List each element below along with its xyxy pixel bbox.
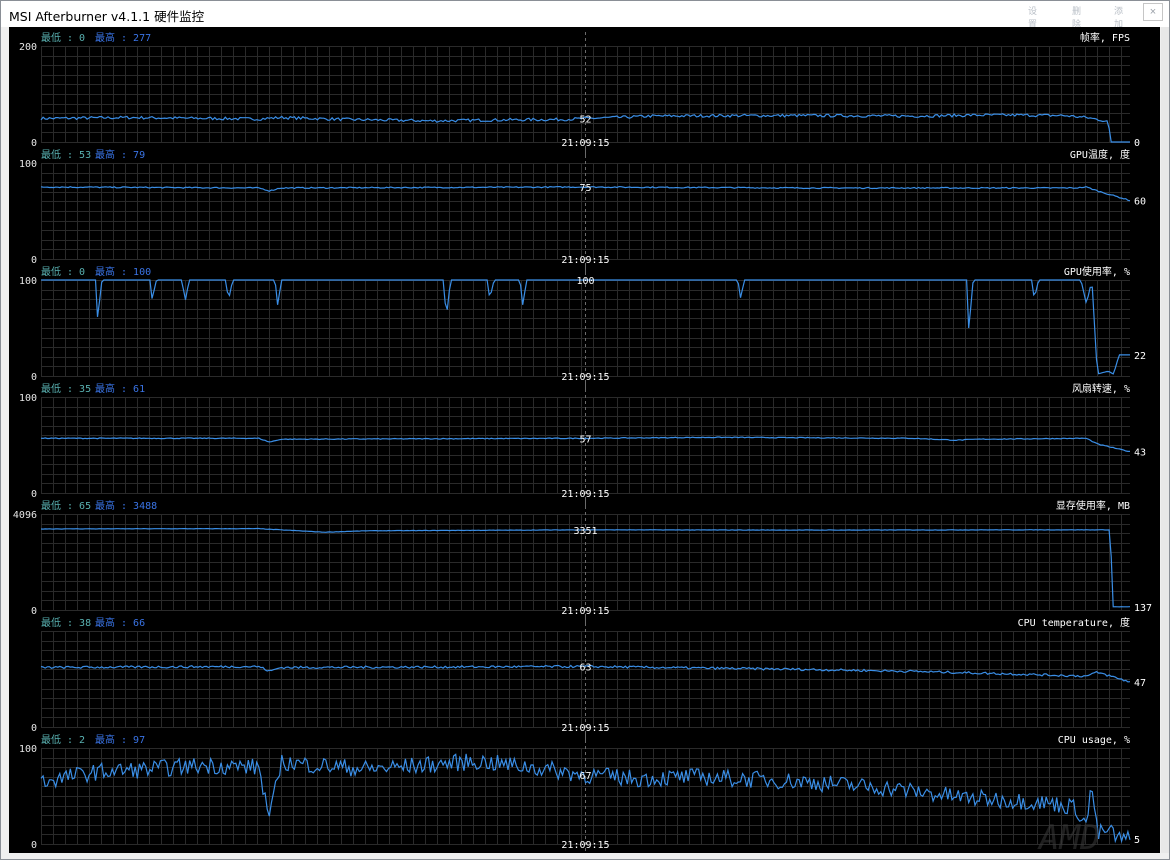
cursor-time: 21:09:15 [561,489,609,500]
window-title: MSI Afterburner v4.1.1 硬件监控 [9,9,205,24]
y-axis-max: 200 [19,42,37,53]
graph-title: 帧率, FPS [1080,31,1130,44]
current-value: 22 [1134,351,1146,362]
title-bar[interactable]: MSI Afterburner v4.1.1 硬件监控 设置 删除 添加 × [1,1,1169,30]
y-axis-min: 0 [31,606,37,617]
y-axis-max: 100 [19,744,37,755]
min-label: 最低 : 0 [41,31,85,44]
y-axis-min: 0 [31,840,37,851]
y-axis-min: 0 [31,489,37,500]
y-axis-min: 0 [31,372,37,383]
close-icon: × [1149,6,1157,18]
cursor-value: 63 [579,663,591,674]
cursor-time: 21:09:15 [561,372,609,383]
min-label: 最低 : 2 [41,733,85,746]
cursor-value: 3351 [573,526,597,537]
max-label: 最高 : 66 [95,616,145,629]
cursor-value: 100 [576,276,594,287]
cursor-time: 21:09:15 [561,606,609,617]
y-axis-min: 0 [31,138,37,149]
cursor-value: 67 [579,771,591,782]
graph-title: 风扇转速, % [1072,382,1130,395]
cursor-time: 21:09:15 [561,138,609,149]
graph-cpu-usage[interactable] [40,734,1131,853]
graph-title: 显存使用率, MB [1056,499,1130,512]
cursor-time: 21:09:15 [561,840,609,851]
close-button[interactable]: × [1143,3,1163,21]
cursor-value: 75 [579,183,591,194]
max-label: 最高 : 100 [95,265,151,278]
cursor-time: 21:09:15 [561,255,609,266]
y-axis-max: 100 [19,393,37,404]
current-value: 47 [1134,678,1146,689]
min-label: 最低 : 65 [41,499,91,512]
y-axis-max: 100 [19,159,37,170]
cursor-time: 21:09:15 [561,723,609,734]
y-axis-max: 4096 [13,510,37,521]
current-value: 60 [1134,196,1146,207]
monitor-scrollbar[interactable] [1161,27,1169,853]
min-label: 最低 : 0 [41,265,85,278]
max-label: 最高 : 3488 [95,499,157,512]
hardware-monitor-panel[interactable]: 最低 : 0 最高 : 277 帧率, FPS 200 0 52 21:09:15 0 最低 :… [9,27,1160,853]
graph-title: CPU usage, % [1058,735,1130,746]
max-label: 最高 : 97 [95,733,145,746]
max-label: 最高 : 79 [95,148,145,161]
current-value: 137 [1134,603,1152,614]
graph-title: GPU温度, 度 [1070,148,1130,161]
watermark-logo: AMD [1037,818,1100,853]
min-label: 最低 : 38 [41,616,91,629]
cursor-value: 57 [579,434,591,445]
y-axis-min: 0 [31,255,37,266]
cursor-value: 52 [579,114,591,125]
graph-title: CPU temperature, 度 [1018,616,1130,629]
current-value: 5 [1134,835,1140,846]
current-value: 0 [1134,138,1140,149]
min-label: 最低 : 53 [41,148,91,161]
min-label: 最低 : 35 [41,382,91,395]
y-axis-min: 0 [31,723,37,734]
y-axis-max: 100 [19,276,37,287]
graph-title: GPU使用率, % [1064,265,1130,278]
max-label: 最高 : 61 [95,382,145,395]
afterburner-window: MSI Afterburner v4.1.1 硬件监控 设置 删除 添加 × 最… [0,0,1170,860]
current-value: 43 [1134,448,1146,459]
max-label: 最高 : 277 [95,31,151,44]
